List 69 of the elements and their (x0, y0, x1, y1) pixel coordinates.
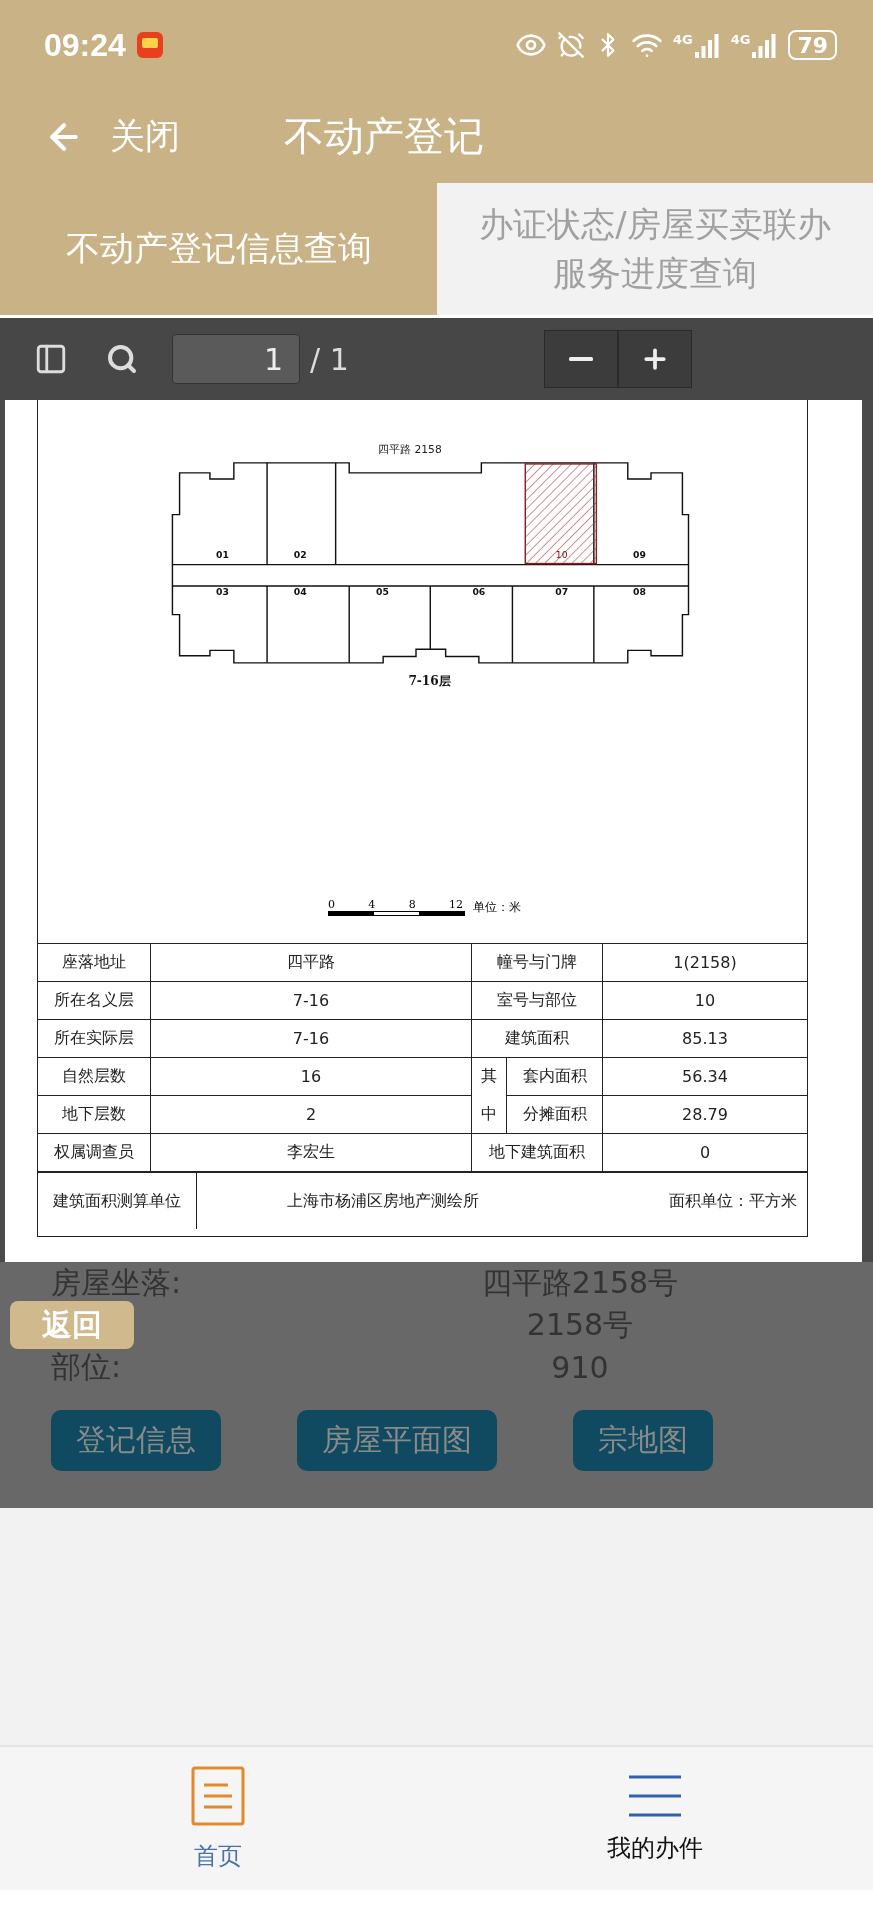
battery-icon: 79 (788, 30, 837, 60)
info-button[interactable]: 房屋平面图 (297, 1410, 497, 1471)
unit-number: 01 (216, 548, 229, 560)
table-label: 权属调查员 (38, 1133, 151, 1172)
document-icon (191, 1765, 246, 1826)
info-button[interactable]: 登记信息 (51, 1410, 221, 1471)
unit-number: 03 (216, 586, 229, 597)
table-label: 分摊面积 (506, 1095, 603, 1134)
alarm-off-icon (556, 31, 585, 59)
table-label: 建筑面积 (471, 1019, 603, 1058)
scale-tick-label: 12 (449, 898, 463, 911)
floor-label: 7-16层 (408, 674, 451, 688)
page-number-field[interactable]: 1 (172, 334, 300, 384)
nav-item[interactable]: 我的办件 (436, 1747, 873, 1890)
table-label: 所在实际层 (38, 1019, 151, 1058)
table-label: 室号与部位 (471, 981, 603, 1020)
unit-number: 04 (293, 586, 307, 597)
table-value: 7-16 (150, 1019, 472, 1058)
network-type: 4G (672, 32, 693, 47)
unit-number: 08 (633, 586, 646, 597)
minus-icon (568, 357, 593, 361)
table-label: 所在名义层 (38, 981, 151, 1020)
table-label: 幢号与门牌 (471, 943, 603, 982)
status-time: 09:24 (44, 26, 126, 64)
nav-label: 我的办件 (606, 1832, 703, 1864)
signal-icon (752, 32, 779, 58)
table-value: 16 (150, 1057, 472, 1096)
table-label: 中 (471, 1095, 507, 1134)
network-type: 4G (730, 32, 751, 47)
unit-number: 10 (555, 548, 568, 560)
info-button[interactable]: 宗地图 (573, 1410, 713, 1471)
table-label: 座落地址 (38, 943, 151, 982)
plan-title: 四平路 2158 (378, 442, 442, 456)
unit-number: 02 (293, 548, 307, 560)
unit-number: 05 (376, 586, 389, 597)
table-value: 上海市杨浦区房地产测绘所 (286, 1189, 479, 1212)
scale-tick-label: 0 (328, 898, 335, 911)
table-value: 四平路 (150, 943, 472, 982)
page-total: / 1 (310, 341, 349, 377)
table-label: 套内面积 (506, 1057, 603, 1096)
table-value: 2 (150, 1095, 472, 1134)
scale-tick-label: 8 (408, 898, 416, 911)
zoom-in-button[interactable] (617, 330, 692, 388)
unit-number: 07 (555, 586, 569, 597)
tab[interactable]: 办证状态/房屋买卖联办服务进度查询 (437, 183, 873, 315)
page-title: 不动产登记 (284, 112, 484, 161)
table-label: 地下层数 (38, 1095, 151, 1134)
scale-tick-label: 4 (368, 898, 376, 911)
table-value: 1(2158) (602, 943, 807, 982)
app-notification-icon (135, 31, 164, 59)
table-label: 自然层数 (38, 1057, 151, 1096)
tab[interactable]: 不动产登记信息查询 (0, 183, 437, 315)
nav-label: 首页 (194, 1840, 243, 1872)
table-label: 地下建筑面积 (471, 1133, 603, 1172)
unit-number: 06 (472, 586, 486, 597)
table-value: 7-16 (150, 981, 472, 1020)
back-button[interactable]: 返回 (10, 1301, 134, 1349)
table-label: 建筑面积测算单位 (38, 1173, 197, 1229)
unit-number: 09 (633, 548, 646, 560)
menu-icon (626, 1773, 683, 1818)
nav-item[interactable]: 首页 (0, 1747, 437, 1890)
scale-unit: 单位：米 (473, 899, 521, 916)
close-link[interactable]: 关闭 (110, 113, 180, 160)
sidebar-icon (34, 342, 68, 376)
table-value: 李宏生 (150, 1133, 472, 1172)
zoom-out-button[interactable] (543, 330, 618, 388)
signal-icon (694, 32, 721, 58)
search-icon (106, 343, 138, 375)
area-unit-note: 面积单位：平方米 (669, 1189, 798, 1212)
